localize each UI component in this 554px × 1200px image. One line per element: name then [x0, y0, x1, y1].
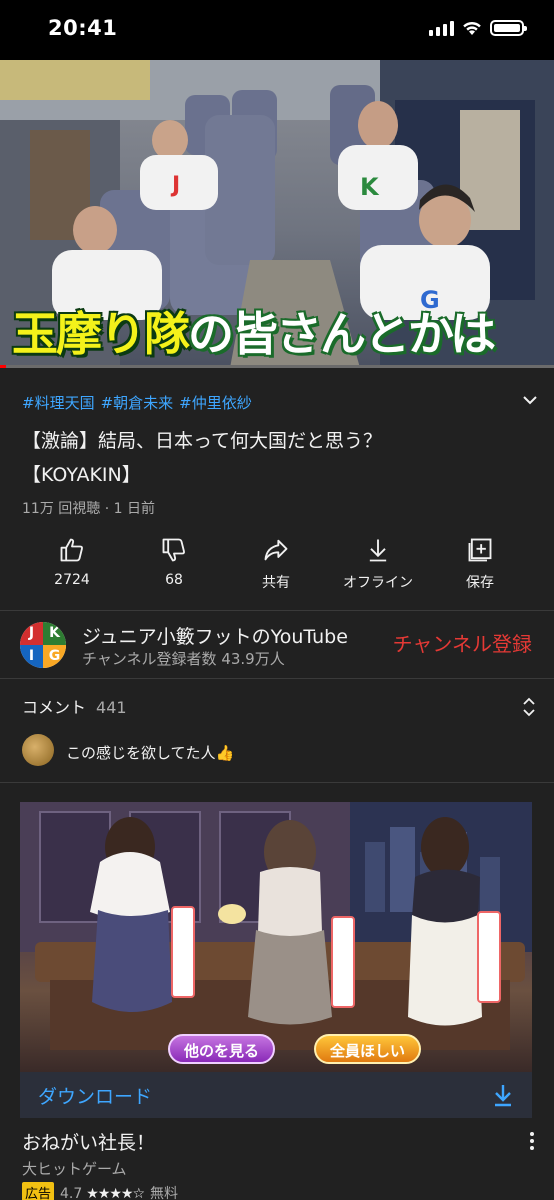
- video-progress-bar[interactable]: [0, 365, 554, 368]
- expand-collapse-icon[interactable]: [520, 696, 538, 718]
- ad-card[interactable]: 他のを見る 全員ほしい ダウンロード: [20, 802, 532, 1118]
- hashtag-link[interactable]: #仲里依紗: [179, 394, 252, 412]
- chevron-down-icon[interactable]: [518, 388, 542, 412]
- thumbs-down-icon: [162, 538, 185, 562]
- ad-download-label: ダウンロード: [38, 1086, 153, 1108]
- divider: [0, 610, 554, 611]
- add-to-playlist-icon: [468, 538, 492, 562]
- wifi-icon: [463, 21, 481, 35]
- dislike-button[interactable]: 68: [124, 536, 224, 588]
- svg-text:K: K: [360, 173, 380, 201]
- ad-download-bar[interactable]: ダウンロード: [20, 1072, 532, 1118]
- ad-artwork: [20, 802, 532, 1050]
- download-icon: [369, 539, 387, 562]
- see-others-button[interactable]: 他のを見る: [168, 1034, 276, 1064]
- ad-price: 無料: [150, 1186, 179, 1200]
- ad-title[interactable]: おねがい社長！: [22, 1128, 155, 1155]
- ad-rating: 4.7: [60, 1186, 83, 1200]
- status-time: 20:41: [48, 16, 118, 40]
- divider: [0, 782, 554, 783]
- video-meta: 11万 回視聴 · 1 日前: [22, 501, 155, 517]
- hashtag-link[interactable]: #朝倉未来: [101, 394, 174, 412]
- ad-meta: 広告 4.7 ★★★★☆ 無料: [22, 1182, 178, 1200]
- action-bar: 2724 68 共有 オフライン 保存: [0, 536, 554, 598]
- save-button[interactable]: 保存: [430, 536, 530, 592]
- download-icon: [495, 1085, 511, 1107]
- channel-name[interactable]: ジュニア小籔フットのYouTube: [82, 622, 348, 649]
- like-button[interactable]: 2724: [22, 536, 122, 588]
- video-player[interactable]: J K G 玉摩り隊の皆さんとかは: [0, 60, 554, 368]
- more-options-icon[interactable]: [530, 1132, 536, 1153]
- subscribe-button[interactable]: チャンネル登録: [393, 628, 532, 657]
- hashtag-link[interactable]: #料理天国: [22, 394, 95, 412]
- star-rating-icon: ★★★★☆: [86, 1186, 145, 1200]
- want-all-button[interactable]: 全員ほしい: [314, 1034, 422, 1064]
- video-title[interactable]: 【激論】結局、日本って何大国だと思う？ 【KOYAKIN】: [22, 424, 502, 492]
- ad-subtitle: 大ヒットゲーム: [22, 1160, 127, 1178]
- commenter-avatar: [22, 734, 54, 766]
- status-icons: [429, 20, 527, 36]
- video-caption: 玉摩り隊の皆さんとかは: [11, 306, 496, 362]
- video-progress-fill: [0, 365, 6, 368]
- share-icon: [264, 539, 288, 561]
- comments-count: 441: [96, 698, 127, 717]
- svg-text:J: J: [170, 173, 180, 198]
- top-comment: この感じを欲してた人👍: [66, 744, 235, 762]
- share-button[interactable]: 共有: [226, 536, 326, 592]
- offline-button[interactable]: オフライン: [328, 536, 428, 592]
- comments-section[interactable]: コメント 441 この感じを欲してた人👍: [0, 680, 554, 780]
- channel-row[interactable]: J K I G ジュニア小籔フットのYouTube チャンネル登録者数 43.9…: [0, 612, 554, 676]
- ad-badge: 広告: [22, 1182, 55, 1200]
- thumbs-up-icon: [60, 538, 83, 562]
- status-bar: 20:41: [0, 0, 554, 60]
- divider: [0, 678, 554, 679]
- channel-avatar[interactable]: J K I G: [20, 622, 66, 668]
- subscriber-count: チャンネル登録者数 43.9万人: [82, 650, 285, 668]
- hashtag-list: #料理天国 #朝倉未来 #仲里依紗: [22, 392, 258, 413]
- battery-icon: [490, 20, 527, 36]
- cellular-signal-icon: [429, 20, 454, 36]
- ad-image[interactable]: 他のを見る 全員ほしい: [20, 802, 532, 1072]
- comments-header: コメント 441: [22, 698, 127, 717]
